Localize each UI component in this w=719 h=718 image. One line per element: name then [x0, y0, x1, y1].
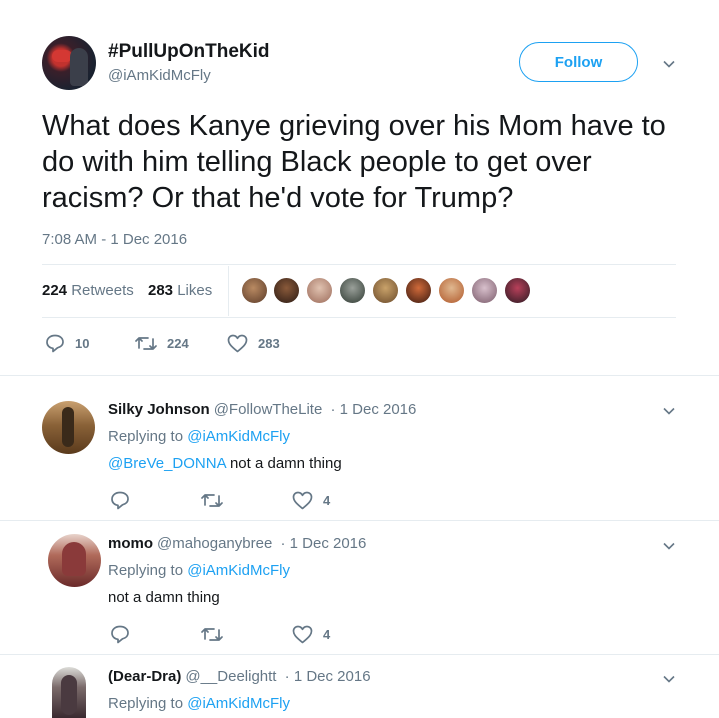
reply-date[interactable]: · 1 Dec 2016 — [330, 401, 416, 418]
retweet-stat[interactable]: 224 Retweets — [42, 282, 134, 299]
liker-avatar[interactable] — [405, 277, 432, 304]
liker-avatar[interactable] — [471, 277, 498, 304]
reply-author[interactable]: Silky Johnson @FollowTheLite · 1 Dec 2016 — [108, 401, 416, 418]
like-count: 4 — [323, 493, 331, 508]
reply-author-name: momo — [108, 535, 153, 552]
mention-link[interactable]: @BreVe_DONNA — [108, 455, 226, 472]
reply-text: not a damn thing — [108, 589, 220, 606]
divider — [0, 375, 719, 376]
reply-author-name: Silky Johnson — [108, 401, 210, 418]
author-handle[interactable]: @iAmKidMcFly — [108, 67, 211, 84]
reply-text-body: not a damn thing — [229, 455, 342, 472]
reply-avatar[interactable] — [42, 401, 95, 454]
likes-stat[interactable]: 283 Likes — [148, 282, 212, 299]
reply-author-handle: @FollowTheLite — [213, 401, 323, 418]
divider — [42, 317, 676, 318]
liker-avatar[interactable] — [273, 277, 300, 304]
retweet-action[interactable]: 224 — [135, 334, 189, 353]
reply-action[interactable]: 10 — [45, 334, 89, 353]
reply-action[interactable] — [110, 491, 140, 510]
reply-text: @BreVe_DONNA not a damn thing — [108, 455, 342, 472]
reply-author[interactable]: momo @mahoganybree · 1 Dec 2016 — [108, 535, 366, 552]
likes-count: 283 — [148, 282, 174, 299]
reply-icon — [111, 491, 129, 510]
liker-avatar[interactable] — [241, 277, 268, 304]
replying-prefix: Replying to — [108, 428, 184, 445]
reply-date[interactable]: · 1 Dec 2016 — [285, 668, 371, 685]
reply-author-handle: @__Deelightt — [185, 668, 277, 685]
follow-button[interactable]: Follow — [519, 42, 638, 82]
retweet-label: Retweets — [71, 282, 134, 299]
replying-to: Replying to @iAmKidMcFly — [108, 562, 290, 579]
avatar-glow — [52, 50, 72, 62]
reply-date[interactable]: · 1 Dec 2016 — [280, 535, 366, 552]
avatar-figure — [61, 675, 77, 715]
stat-separator — [228, 266, 229, 316]
likes-label: Likes — [177, 282, 213, 299]
retweet-count: 224 — [42, 282, 68, 299]
chevron-down-icon[interactable] — [663, 58, 675, 70]
liker-avatar[interactable] — [504, 277, 531, 304]
divider — [0, 654, 719, 655]
divider — [0, 520, 719, 521]
chevron-down-icon[interactable] — [663, 405, 675, 417]
like-action-count: 283 — [258, 336, 280, 351]
reply-icon — [46, 334, 64, 353]
liker-avatar[interactable] — [438, 277, 465, 304]
replying-to-link[interactable]: @iAmKidMcFly — [187, 428, 290, 445]
like-action[interactable]: 4 — [292, 625, 330, 644]
like-action[interactable]: 283 — [227, 334, 280, 353]
chevron-down-icon[interactable] — [663, 540, 675, 552]
like-action[interactable]: 4 — [292, 491, 330, 510]
retweet-action-count: 224 — [167, 336, 189, 351]
liker-avatar[interactable] — [372, 277, 399, 304]
reply-action[interactable] — [110, 625, 140, 644]
reply-avatar[interactable] — [52, 667, 86, 718]
like-count: 4 — [323, 627, 331, 642]
replying-to-link[interactable]: @iAmKidMcFly — [187, 695, 290, 712]
chevron-down-icon[interactable] — [663, 673, 675, 685]
retweet-icon — [135, 337, 157, 350]
replying-to-link[interactable]: @iAmKidMcFly — [187, 562, 290, 579]
main-tweet: #PullUpOnTheKid @iAmKidMcFly Follow What… — [0, 0, 719, 375]
reply-count: 10 — [75, 336, 90, 351]
reply-author[interactable]: (Dear-Dra) @__Deelightt · 1 Dec 2016 — [108, 668, 371, 685]
avatar-figure — [70, 48, 88, 86]
replying-prefix: Replying to — [108, 562, 184, 579]
divider — [42, 264, 676, 265]
liker-avatar[interactable] — [306, 277, 333, 304]
replying-prefix: Replying to — [108, 695, 184, 712]
tweet-timestamp[interactable]: 7:08 AM - 1 Dec 2016 — [42, 231, 187, 248]
author-avatar[interactable] — [42, 36, 96, 90]
like-icon — [227, 334, 248, 353]
tweet-text: What does Kanye grieving over his Mom ha… — [42, 110, 666, 214]
reply-icon — [111, 625, 129, 644]
like-icon — [292, 491, 313, 510]
like-icon — [292, 625, 313, 644]
liker-avatar[interactable] — [339, 277, 366, 304]
retweet-icon — [201, 494, 223, 507]
replying-to: Replying to @iAmKidMcFly — [108, 695, 290, 712]
retweet-action[interactable] — [201, 625, 233, 644]
reply-author-name: (Dear-Dra) — [108, 668, 182, 685]
retweet-action[interactable] — [201, 491, 233, 510]
reply-avatar[interactable] — [48, 534, 101, 587]
avatar-figure — [62, 407, 74, 447]
avatar-figure — [62, 542, 86, 576]
author-display-name[interactable]: #PullUpOnTheKid — [108, 41, 270, 63]
reply-author-handle: @mahoganybree — [157, 535, 273, 552]
retweet-icon — [201, 628, 223, 641]
replying-to: Replying to @iAmKidMcFly — [108, 428, 290, 445]
